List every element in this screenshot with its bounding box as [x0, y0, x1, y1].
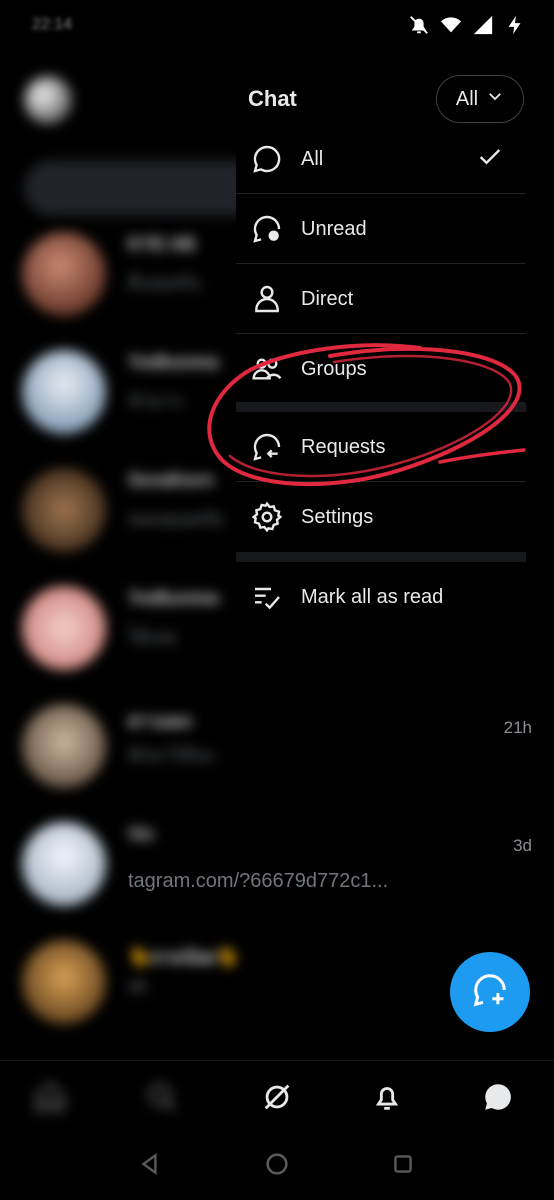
filter-menu: All Unread Direct Groups Requests Settin…: [236, 124, 526, 634]
new-chat-icon: [471, 971, 509, 1014]
chevron-down-icon: [486, 87, 504, 111]
chat-time: 3d: [513, 836, 532, 855]
bottom-navigation: [0, 1060, 554, 1130]
back-icon[interactable]: [132, 1146, 168, 1182]
profile-avatar[interactable]: [24, 76, 72, 124]
section-divider: [236, 552, 526, 562]
chat-name: KYE AB: [128, 234, 196, 254]
menu-item-requests[interactable]: Requests: [236, 412, 526, 482]
menu-item-label: Settings: [301, 505, 374, 528]
menu-item-settings[interactable]: Settings: [236, 482, 526, 552]
menu-item-all[interactable]: All: [236, 124, 526, 194]
avatar: [22, 468, 106, 552]
chat-preview: ได้เลย: [128, 627, 177, 647]
chat-name: สาวแดง: [128, 711, 192, 731]
unread-chat-icon: [250, 212, 284, 246]
avatar: [22, 586, 106, 670]
menu-item-groups[interactable]: Groups: [236, 334, 526, 404]
chat-preview: ขำมาก: [128, 391, 184, 411]
system-navigation: [0, 1130, 554, 1200]
recents-icon[interactable]: [385, 1146, 421, 1182]
menu-item-label: Requests: [301, 435, 386, 458]
menu-item-label: Direct: [301, 287, 354, 310]
mark-read-icon: [250, 580, 284, 614]
bell-icon[interactable]: [365, 1075, 409, 1119]
chat-name: Yodkunma: [128, 352, 219, 372]
chat-preview: ทักมาได้นะ: [128, 745, 216, 765]
person-icon: [250, 282, 284, 316]
home-button-icon[interactable]: [259, 1146, 295, 1182]
filter-label: All: [455, 87, 479, 110]
chat-name: Yodkunma: [128, 588, 219, 608]
avatar: [22, 232, 106, 316]
chat-name: 🐈ยามน้อย🐈: [128, 947, 240, 967]
section-divider: [236, 402, 526, 412]
menu-item-label: Mark all as read: [301, 585, 444, 608]
filter-dropdown-button[interactable]: All: [436, 75, 524, 123]
avatar: [22, 822, 106, 906]
menu-item-label: Groups: [301, 357, 367, 380]
menu-item-direct[interactable]: Direct: [236, 264, 526, 334]
avatar: [22, 350, 106, 434]
avatar: [22, 704, 106, 788]
search-icon[interactable]: [140, 1075, 184, 1119]
home-icon[interactable]: [28, 1075, 72, 1119]
chat-row[interactable]: สาวแดง ทักมาได้นะ 21h: [0, 684, 554, 802]
chat-preview: ดีเลยครับ: [128, 273, 201, 293]
messages-icon[interactable]: [476, 1075, 520, 1119]
chat-name: Vic: [128, 824, 155, 844]
chat-row[interactable]: Vic 3d: [0, 802, 554, 920]
menu-item-label: All: [301, 147, 324, 170]
request-chat-icon: [250, 430, 284, 464]
grok-icon[interactable]: [255, 1075, 299, 1119]
chat-preview-link: tagram.com/?66679d772c1...: [128, 870, 389, 892]
new-message-button[interactable]: [450, 952, 530, 1032]
checkmark-icon: [476, 143, 504, 176]
chat-name: Sorathorn: [128, 470, 215, 490]
page-title: Chat: [248, 86, 297, 111]
menu-item-unread[interactable]: Unread: [236, 194, 526, 264]
chat-preview: ok: [128, 976, 148, 996]
chat-time: 21h: [503, 718, 532, 737]
avatar: [22, 940, 106, 1024]
menu-item-label: Unread: [301, 217, 367, 240]
menu-item-mark-all-read[interactable]: Mark all as read: [236, 562, 526, 632]
gear-icon: [250, 500, 284, 534]
group-icon: [250, 352, 284, 386]
chat-bubble-icon: [250, 142, 284, 176]
chat-preview: ขอบคุณครับ: [128, 509, 225, 529]
